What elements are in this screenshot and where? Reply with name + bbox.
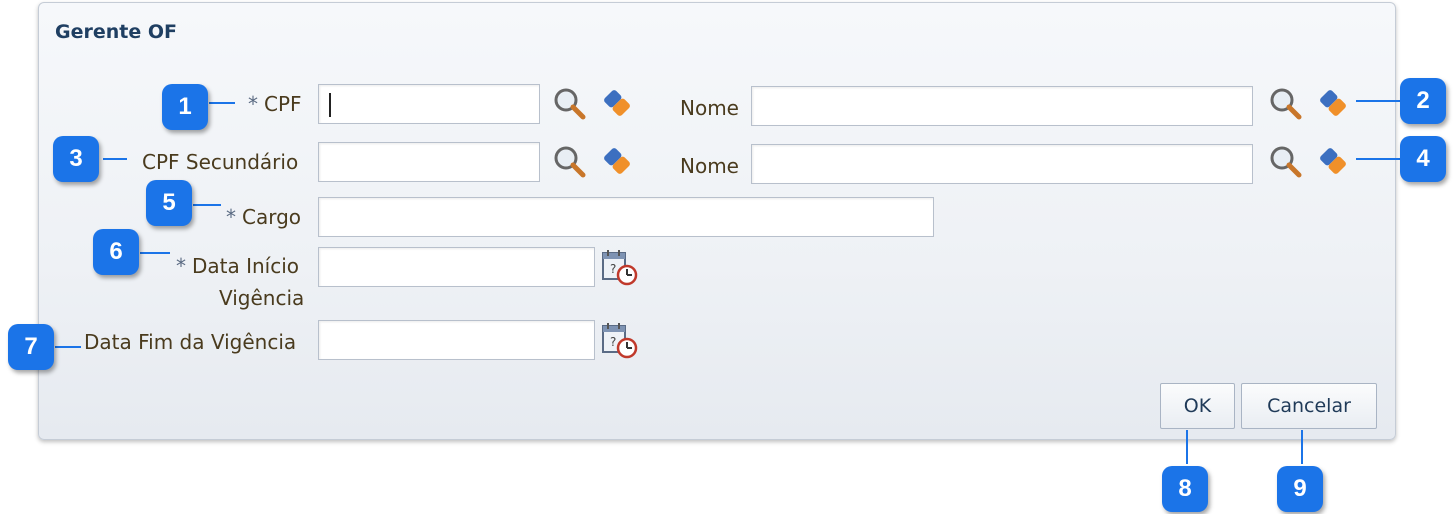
cpf-secundario-label: CPF Secundário — [142, 150, 299, 174]
eraser-icon[interactable] — [1316, 144, 1350, 178]
search-icon[interactable] — [552, 86, 586, 120]
data-inicio-input-text[interactable] — [319, 248, 594, 286]
svg-text:?: ? — [610, 335, 616, 349]
ok-button[interactable]: OK — [1160, 383, 1235, 429]
eraser-icon[interactable] — [1316, 86, 1350, 120]
eraser-icon[interactable] — [600, 86, 634, 120]
cpf-secundario-input[interactable] — [318, 142, 540, 182]
search-icon[interactable] — [1268, 86, 1302, 120]
required-mark: * — [176, 254, 186, 278]
data-inicio-label-line2: Vigência — [219, 286, 305, 310]
cpf-input-text[interactable] — [319, 85, 539, 123]
data-inicio-input[interactable] — [318, 247, 595, 287]
callout-6-connector — [140, 252, 170, 254]
data-inicio-label: * Data Início — [176, 254, 300, 278]
required-mark: * — [248, 92, 258, 116]
required-mark: * — [226, 205, 236, 229]
cpf-secundario-input-text[interactable] — [319, 143, 539, 181]
data-fim-label: Data Fim da Vigência — [84, 330, 297, 354]
nome-input-1[interactable] — [751, 86, 1253, 126]
data-fim-input-text[interactable] — [319, 321, 594, 359]
cargo-input-text[interactable] — [319, 198, 933, 236]
search-icon[interactable] — [1268, 144, 1302, 178]
callout-8-connector — [1186, 430, 1188, 464]
nome-label-1: Nome — [680, 96, 739, 120]
svg-text:?: ? — [610, 262, 616, 276]
calendar-clock-icon[interactable]: ? — [601, 248, 639, 286]
callout-8: 8 — [1162, 466, 1208, 512]
callout-2-connector — [1356, 100, 1400, 102]
cargo-label: * Cargo — [226, 205, 302, 229]
callout-7-connector — [55, 346, 81, 348]
cancel-button[interactable]: Cancelar — [1241, 383, 1377, 429]
callout-7: 7 — [8, 324, 54, 370]
text-caret — [329, 93, 331, 117]
nome-label-2: Nome — [680, 154, 739, 178]
cpf-input[interactable] — [318, 84, 540, 124]
calendar-clock-icon[interactable]: ? — [601, 321, 639, 359]
callout-1-connector — [209, 102, 235, 104]
callout-2: 2 — [1400, 78, 1446, 124]
callout-4: 4 — [1400, 136, 1446, 182]
dialog-title: Gerente OF — [55, 21, 177, 43]
cargo-input[interactable] — [318, 197, 934, 237]
data-fim-input[interactable] — [318, 320, 595, 360]
callout-9: 9 — [1277, 466, 1323, 512]
callout-5: 5 — [146, 180, 192, 226]
callout-1: 1 — [162, 84, 208, 130]
callout-4-connector — [1356, 158, 1400, 160]
nome-input-2-text[interactable] — [752, 145, 1252, 183]
callout-3-connector — [103, 158, 127, 160]
nome-input-2[interactable] — [751, 144, 1253, 184]
callout-5-connector — [193, 204, 221, 206]
callout-3: 3 — [53, 136, 99, 182]
nome-input-1-text[interactable] — [752, 87, 1252, 125]
eraser-icon[interactable] — [600, 144, 634, 178]
cpf-label: * CPF — [248, 92, 302, 116]
search-icon[interactable] — [552, 144, 586, 178]
callout-9-connector — [1301, 430, 1303, 464]
callout-6: 6 — [93, 229, 139, 275]
